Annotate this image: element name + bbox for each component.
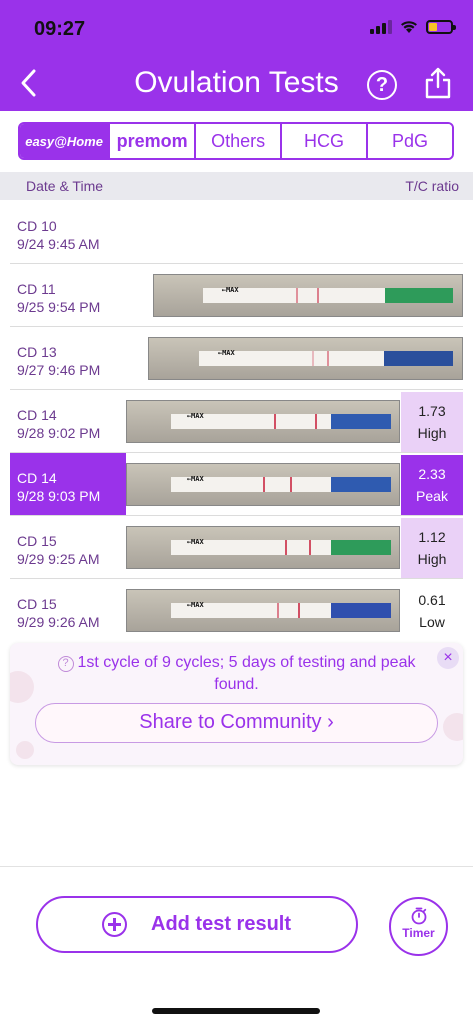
tc-ratio-cell: 0.61 Low — [401, 581, 463, 642]
timer-button[interactable]: Timer — [389, 897, 448, 956]
test-row[interactable]: CD 14 9/28 9:02 PM ←MAX 1.73 High — [0, 390, 473, 453]
test-strip-image[interactable]: ←MAX — [126, 526, 400, 569]
test-datetime: 9/29 9:25 AM — [17, 551, 100, 567]
add-test-result-button[interactable]: Add test result — [36, 896, 358, 953]
cycle-day: CD 15 — [17, 596, 57, 612]
strip-max-label: ←MAX — [186, 411, 204, 420]
test-strip-image[interactable]: ←MAX — [148, 337, 463, 380]
question-icon: ? — [57, 656, 74, 672]
test-row-selected[interactable]: CD 14 9/28 9:03 PM ←MAX 2.33 Peak — [0, 453, 473, 516]
test-row[interactable]: CD 10 9/24 9:45 AM — [0, 201, 473, 264]
date-cell: CD 10 9/24 9:45 AM — [0, 201, 126, 263]
strip-max-label: ←MAX — [186, 600, 204, 609]
home-indicator — [152, 1008, 320, 1014]
bottom-divider — [0, 866, 473, 867]
brand-tabs: easy@Home premom Others HCG PdG — [18, 122, 454, 160]
test-row[interactable]: CD 15 9/29 9:25 AM ←MAX 1.12 High — [0, 516, 473, 579]
cycle-summary-text: ? 1st cycle of 9 cycles; 5 days of testin… — [40, 652, 433, 696]
test-strip-image[interactable]: ←MAX — [126, 463, 400, 506]
column-tc-ratio: T/C ratio — [405, 178, 459, 194]
cycle-summary-message: 1st cycle of 9 cycles; 5 days of testing… — [77, 654, 416, 693]
test-row[interactable]: CD 13 9/27 9:46 PM ←MAX — [0, 327, 473, 390]
column-date-time: Date & Time — [26, 178, 104, 194]
strip-max-label: ←MAX — [186, 474, 204, 483]
cycle-day: CD 14 — [17, 407, 57, 423]
tc-ratio-value: 1.73 — [418, 403, 446, 419]
test-row[interactable]: CD 15 9/29 9:26 AM ←MAX 0.61 Low — [0, 579, 473, 642]
close-icon[interactable]: × — [437, 647, 459, 669]
test-datetime: 9/24 9:45 AM — [17, 236, 100, 252]
tc-ratio-cell: 2.33 Peak — [401, 455, 463, 516]
cycle-day: CD 15 — [17, 533, 57, 549]
app-header: 09:27 Ovulation Tests ? — [0, 0, 473, 111]
date-cell: CD 13 9/27 9:46 PM — [0, 327, 126, 389]
date-cell: CD 15 9/29 9:25 AM — [0, 516, 126, 578]
wifi-icon — [401, 21, 417, 33]
test-datetime: 9/25 9:54 PM — [17, 299, 101, 315]
test-datetime: 9/28 9:02 PM — [17, 425, 101, 441]
page-title: Ovulation Tests — [134, 66, 339, 99]
test-datetime: 9/29 9:26 AM — [17, 614, 100, 630]
test-strip-image[interactable]: ←MAX — [153, 274, 463, 317]
tab-premom[interactable]: premom — [108, 124, 195, 158]
status-icons — [370, 20, 456, 34]
tc-ratio-level: High — [417, 425, 447, 441]
tab-hcg[interactable]: HCG — [280, 124, 367, 158]
status-bar: 09:27 — [0, 0, 473, 55]
test-strip-image[interactable]: ←MAX — [126, 400, 400, 443]
strip-max-label: ←MAX — [186, 537, 204, 546]
tc-ratio-level: High — [417, 551, 447, 567]
test-row[interactable]: CD 11 9/25 9:54 PM ←MAX — [0, 264, 473, 327]
test-datetime: 9/28 9:03 PM — [17, 488, 101, 504]
tc-ratio-cell: 1.12 High — [401, 518, 463, 579]
tab-easy-at-home[interactable]: easy@Home — [20, 124, 109, 158]
date-cell: CD 14 9/28 9:02 PM — [0, 390, 126, 452]
tc-ratio-cell: 1.73 High — [401, 392, 463, 453]
cycle-day: CD 11 — [17, 281, 56, 297]
stopwatch-icon — [411, 907, 426, 925]
tc-ratio-level: Low — [419, 614, 445, 630]
date-cell: CD 15 9/29 9:26 AM — [0, 579, 126, 641]
share-to-community-button[interactable]: Share to Community › — [35, 703, 438, 743]
add-test-result-label: Add test result — [151, 913, 292, 935]
tc-ratio-value: 0.61 — [418, 592, 446, 608]
cycle-day: CD 13 — [17, 344, 57, 360]
date-cell: CD 14 9/28 9:03 PM — [10, 453, 126, 515]
test-strip-image[interactable]: ←MAX — [126, 589, 400, 632]
tc-ratio-value: 1.12 — [418, 529, 446, 545]
cellular-signal-icon — [370, 20, 392, 34]
table-header: Date & Time T/C ratio — [0, 172, 473, 200]
share-icon[interactable] — [423, 66, 453, 100]
tc-ratio-level: Peak — [416, 488, 448, 504]
nav-bar: Ovulation Tests ? — [0, 60, 473, 108]
cycle-summary-card: ? 1st cycle of 9 cycles; 5 days of testin… — [10, 643, 463, 765]
strip-max-label: ←MAX — [221, 285, 239, 294]
status-time: 09:27 — [34, 18, 86, 40]
help-icon[interactable]: ? — [367, 70, 397, 100]
cycle-day: CD 10 — [17, 218, 57, 234]
tab-others[interactable]: Others — [194, 124, 281, 158]
timer-label: Timer — [402, 926, 435, 940]
battery-icon — [426, 20, 456, 34]
plus-circle-icon — [102, 912, 127, 937]
cycle-day: CD 14 — [17, 470, 57, 486]
tc-ratio-value: 2.33 — [418, 466, 446, 482]
strip-max-label: ←MAX — [217, 348, 235, 357]
tab-pdg[interactable]: PdG — [366, 124, 452, 158]
date-cell: CD 11 9/25 9:54 PM — [0, 264, 126, 326]
test-datetime: 9/27 9:46 PM — [17, 362, 101, 378]
